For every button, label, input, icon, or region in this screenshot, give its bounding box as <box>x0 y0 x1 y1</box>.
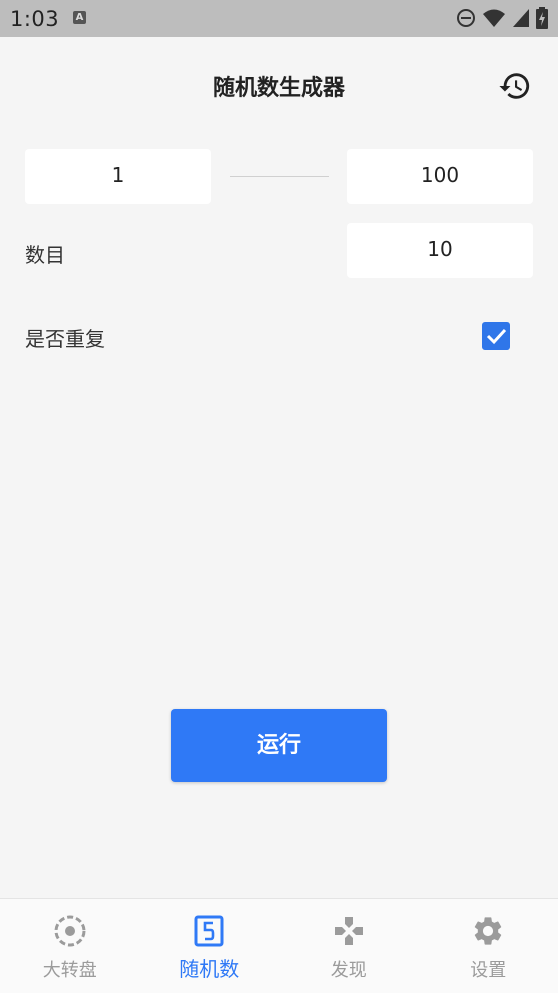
nav-item-random[interactable]: 随机数 <box>140 899 280 993</box>
dice-five-icon <box>192 914 226 948</box>
nav-label-settings: 设置 <box>419 956 558 982</box>
check-icon <box>482 322 510 350</box>
repeat-label: 是否重复 <box>25 323 105 352</box>
nav-item-discover[interactable]: 发现 <box>279 899 419 993</box>
gamepad-icon <box>332 914 366 948</box>
notification-badge-icon: A <box>73 11 86 24</box>
status-icons <box>456 7 548 29</box>
battery-charging-icon <box>536 7 548 29</box>
nav-label-random: 随机数 <box>140 953 280 982</box>
signal-icon <box>512 8 530 28</box>
range-divider <box>230 176 329 177</box>
nav-label-wheel: 大转盘 <box>0 956 140 982</box>
history-button[interactable] <box>498 69 532 103</box>
range-max-input[interactable]: 100 <box>347 149 533 204</box>
nav-item-wheel[interactable]: 大转盘 <box>0 899 140 993</box>
bottom-nav: 大转盘 随机数 发现 设置 <box>0 898 558 993</box>
gear-icon <box>471 914 505 948</box>
count-label: 数目 <box>25 239 65 268</box>
repeat-checkbox[interactable] <box>482 322 510 350</box>
wifi-icon <box>482 8 506 28</box>
status-time: 1:03 <box>10 7 59 31</box>
status-bar: 1:03 A <box>0 0 558 37</box>
nav-label-discover: 发现 <box>279 956 419 982</box>
range-min-input[interactable]: 1 <box>25 149 211 204</box>
run-button[interactable]: 运行 <box>171 709 387 782</box>
do-not-disturb-icon <box>456 8 476 28</box>
count-input[interactable]: 10 <box>347 223 533 278</box>
wheel-icon <box>53 914 87 948</box>
history-icon <box>498 69 532 103</box>
app-header: 随机数生成器 <box>0 37 558 133</box>
nav-item-settings[interactable]: 设置 <box>419 899 558 993</box>
page-title: 随机数生成器 <box>0 70 558 102</box>
